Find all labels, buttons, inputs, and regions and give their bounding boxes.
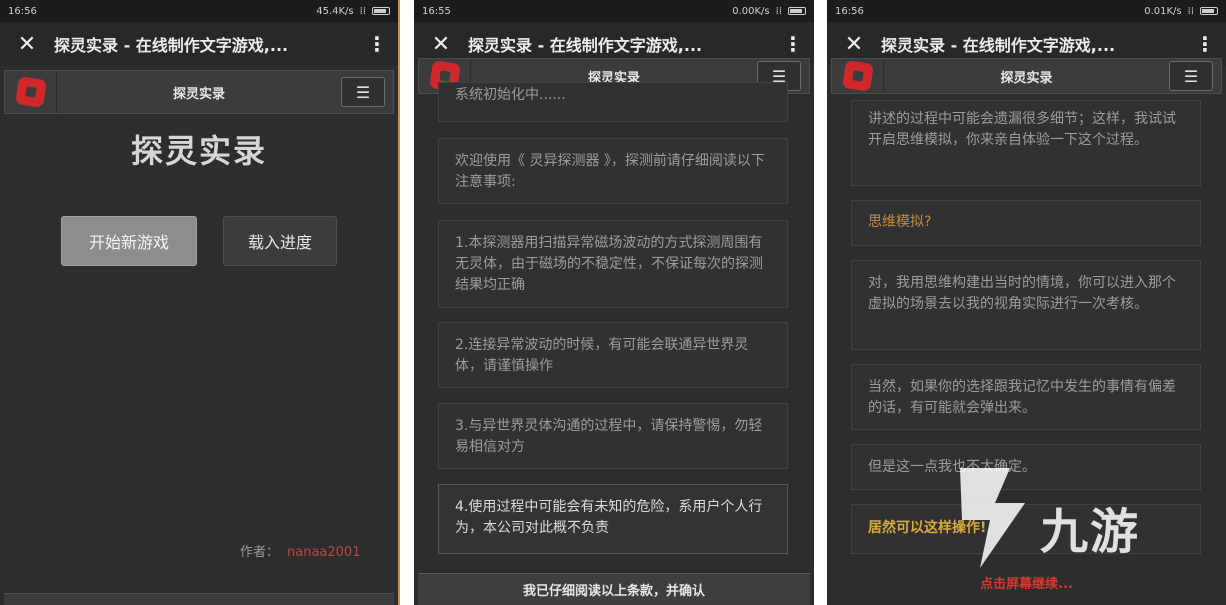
author-name[interactable]: nanaa2001	[287, 545, 360, 560]
status-bar: 16:56 0.01K/s ⁞⁞	[827, 0, 1226, 22]
app-title: 探灵实录 - 在线制作文字游戏,...	[881, 36, 1116, 55]
game-header: 探灵实录 ☰	[4, 70, 394, 114]
hamburger-menu-button[interactable]: ☰	[341, 77, 385, 107]
status-time: 16:56	[835, 5, 864, 17]
message-card: 当然，如果你的选择跟我记忆中发生的事情有偏差的话，有可能就会弹出来。	[851, 364, 1201, 430]
message-card: 3.与异世界灵体沟通的过程中，请保持警惕，勿轻易相信对方	[438, 403, 788, 469]
screenshot-collage: 16:56 45.4K/s ⁞⁞ ✕ 探灵实录 - 在线制作文字游戏,... ⋮…	[0, 0, 1226, 605]
message-card: 系统初始化中......	[438, 82, 788, 122]
battery-icon	[1200, 7, 1218, 15]
signal-icon: ⁞⁞	[775, 5, 782, 17]
message-card-current: 4.使用过程中可能会有未知的危险，系用户个人行为，本公司对此概不负责	[438, 484, 788, 554]
more-icon[interactable]: ⋮	[782, 32, 804, 56]
bottom-bar	[4, 593, 394, 605]
more-icon[interactable]: ⋮	[1194, 32, 1216, 56]
hamburger-menu-button[interactable]: ☰	[1169, 61, 1213, 91]
status-time: 16:55	[422, 5, 451, 17]
network-speed: 0.00K/s	[732, 5, 770, 17]
phone-screen-notice: 16:55 0.00K/s ⁞⁞ ✕ 探灵实录 - 在线制作文字游戏,... ⋮…	[414, 0, 814, 605]
phone-screen-title: 16:56 45.4K/s ⁞⁞ ✕ 探灵实录 - 在线制作文字游戏,... ⋮…	[0, 0, 400, 605]
game-title: 探灵实录	[130, 132, 267, 170]
close-icon[interactable]: ✕	[10, 32, 44, 57]
message-card: 讲述的过程中可能会遗漏很多细节；这样，我试试开启思维模拟，你来亲自体验一下这个过…	[851, 100, 1201, 186]
author-label: 作者：	[240, 545, 280, 560]
load-progress-button[interactable]: 载入进度	[223, 216, 337, 266]
game-logo-icon	[5, 71, 57, 113]
game-header-title: 探灵实录	[1000, 70, 1053, 86]
game-logo-icon	[832, 59, 884, 93]
close-icon[interactable]: ✕	[424, 32, 458, 57]
watermark-text: 九游	[1040, 504, 1141, 560]
status-time: 16:56	[8, 5, 37, 17]
start-new-game-button[interactable]: 开始新游戏	[61, 216, 197, 266]
game-header: 探灵实录 ☰	[831, 58, 1222, 94]
app-bar: ✕ 探灵实录 - 在线制作文字游戏,... ⋮	[0, 22, 398, 66]
network-speed: 0.01K/s	[1144, 5, 1182, 17]
author-credit: 作者： nanaa2001	[240, 541, 360, 560]
message-card: 2.连接异常波动的时候，有可能会联通异世界灵体，请谨慎操作	[438, 322, 788, 388]
more-icon[interactable]: ⋮	[366, 32, 388, 56]
message-card-choice: 思维模拟?	[851, 200, 1201, 246]
battery-icon	[372, 7, 390, 15]
signal-icon: ⁞⁞	[359, 5, 366, 17]
network-speed: 45.4K/s	[316, 5, 354, 17]
app-title: 探灵实录 - 在线制作文字游戏,...	[54, 36, 289, 55]
app-title: 探灵实录 - 在线制作文字游戏,...	[468, 36, 703, 55]
main-menu: 开始新游戏 载入进度	[0, 216, 398, 266]
game-header-title: 探灵实录	[172, 86, 225, 102]
status-bar: 16:56 45.4K/s ⁞⁞	[0, 0, 398, 22]
message-card: 欢迎使用《 灵异探测器 》，探测前请仔细阅读以下注意事项:	[438, 138, 788, 204]
battery-icon	[788, 7, 806, 15]
confirm-button[interactable]: 我已仔细阅读以上条款，并确认	[418, 573, 810, 605]
status-bar: 16:55 0.00K/s ⁞⁞	[414, 0, 814, 22]
message-card: 对，我用思维构建出当时的情境，你可以进入那个虚拟的场景去以我的视角实际进行一次考…	[851, 260, 1201, 350]
message-card: 1.本探测器用扫描异常磁场波动的方式探测周围有无灵体，由于磁场的不稳定性，不保证…	[438, 220, 788, 308]
signal-icon: ⁞⁞	[1187, 5, 1194, 17]
close-icon[interactable]: ✕	[837, 32, 871, 57]
